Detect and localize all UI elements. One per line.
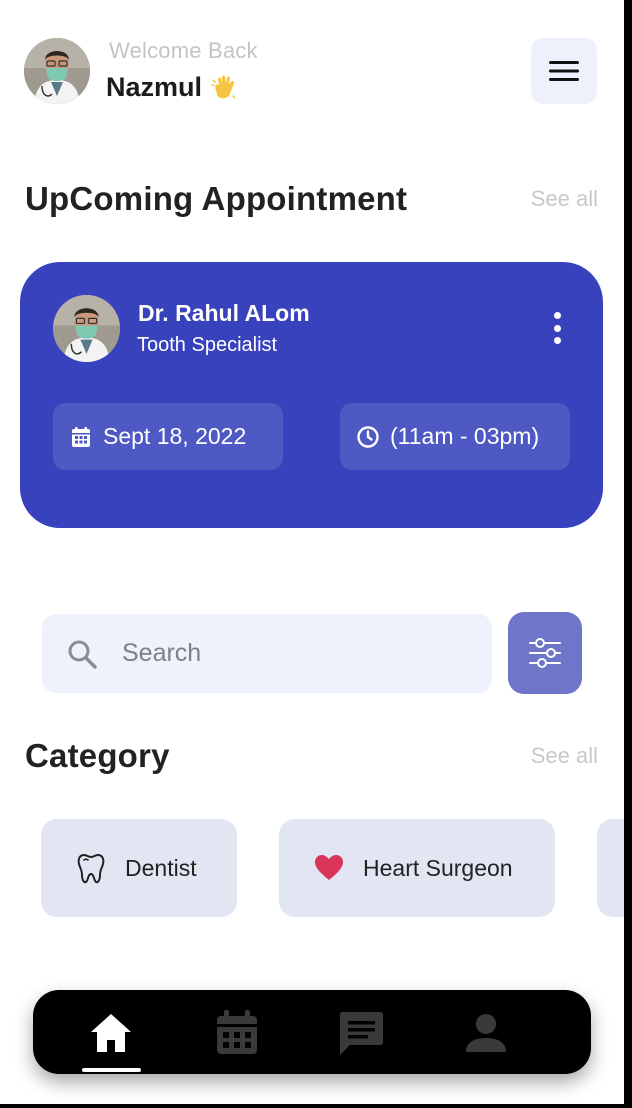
calendar-icon bbox=[72, 426, 90, 447]
bottom-edge bbox=[0, 1104, 632, 1108]
welcome-text: Welcome Back bbox=[109, 38, 258, 63]
category-chip-more[interactable] bbox=[597, 819, 624, 917]
waving-hand-icon bbox=[210, 74, 238, 102]
nav-profile[interactable] bbox=[457, 1004, 515, 1062]
home-icon bbox=[91, 1014, 131, 1052]
category-chip-dentist[interactable]: Dentist bbox=[41, 819, 237, 917]
username-text: Nazmul bbox=[106, 72, 203, 102]
user-avatar[interactable] bbox=[24, 38, 90, 104]
category-title: Category bbox=[25, 737, 170, 774]
appointment-time: (11am - 03pm) bbox=[340, 403, 570, 470]
nav-calendar[interactable] bbox=[208, 1004, 266, 1062]
sliders-icon bbox=[529, 638, 561, 668]
category-label: Dentist bbox=[125, 854, 197, 881]
doctor-name: Dr. Rahul ALom bbox=[138, 300, 310, 326]
appointment-date-text: Sept 18, 2022 bbox=[103, 423, 247, 449]
bottom-navigation bbox=[33, 990, 591, 1074]
upcoming-title: UpComing Appointment bbox=[25, 180, 408, 217]
upcoming-see-all-link[interactable]: See all bbox=[531, 186, 598, 212]
hamburger-menu-icon bbox=[549, 61, 579, 81]
nav-home[interactable] bbox=[82, 1004, 140, 1062]
category-chip-heart-surgeon[interactable]: Heart Surgeon bbox=[279, 819, 555, 917]
appointment-date: Sept 18, 2022 bbox=[53, 403, 283, 470]
app-screen: Welcome Back Nazmul UpComing Appointment… bbox=[0, 0, 624, 1108]
tooth-icon bbox=[77, 854, 105, 884]
username: Nazmul bbox=[106, 72, 238, 103]
clock-icon bbox=[357, 425, 379, 448]
category-see-all-link[interactable]: See all bbox=[531, 743, 598, 769]
doctor-specialty: Tooth Specialist bbox=[137, 334, 278, 356]
appointment-card[interactable]: Dr. Rahul ALom Tooth Specialist Sept 18,… bbox=[20, 262, 603, 528]
nav-messages[interactable] bbox=[332, 1004, 390, 1062]
profile-icon bbox=[466, 1014, 506, 1052]
calendar-icon bbox=[217, 1010, 257, 1054]
menu-button[interactable] bbox=[531, 38, 597, 104]
more-options-icon[interactable] bbox=[551, 312, 563, 344]
search-box bbox=[42, 614, 492, 693]
category-label: Heart Surgeon bbox=[363, 854, 513, 881]
appointment-time-text: (11am - 03pm) bbox=[390, 423, 540, 449]
search-input[interactable] bbox=[122, 614, 472, 693]
filter-button[interactable] bbox=[508, 612, 582, 694]
search-icon bbox=[68, 640, 97, 669]
chat-icon bbox=[339, 1012, 383, 1055]
doctor-avatar bbox=[53, 295, 120, 362]
heart-icon bbox=[315, 855, 343, 880]
active-tab-indicator bbox=[82, 1068, 141, 1072]
